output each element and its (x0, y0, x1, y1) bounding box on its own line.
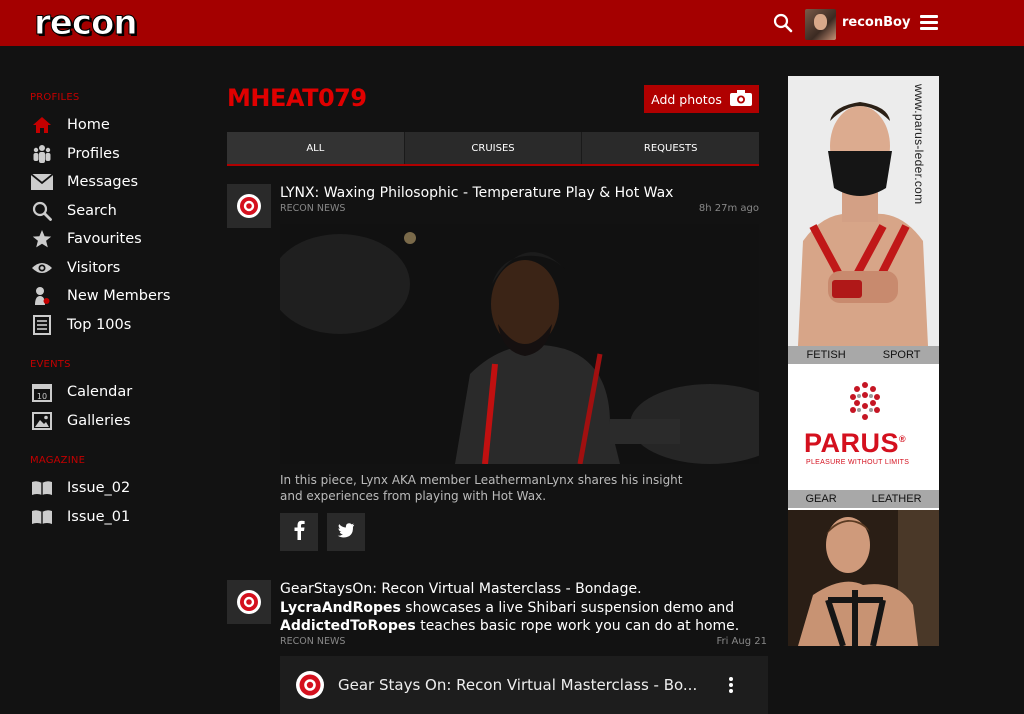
sidebar-item-issue-02[interactable]: Issue_02 (30, 474, 210, 503)
sidebar-section-profiles: PROFILES Home Profiles Messages Search F… (30, 92, 210, 339)
sidebar-item-galleries[interactable]: Galleries (30, 407, 210, 436)
sidebar-item-label: Visitors (67, 259, 121, 276)
ad-tag-bar: FETISH SPORT (788, 346, 939, 364)
post-time: 8h 27m ago (698, 203, 759, 214)
svg-text:10: 10 (37, 392, 47, 401)
twitter-share-button[interactable] (327, 513, 365, 551)
sidebar-item-favourites[interactable]: Favourites (30, 225, 210, 254)
facebook-icon (293, 520, 305, 544)
book-icon (30, 506, 54, 528)
ad-model-photo (788, 510, 939, 646)
calendar-icon: 10 (30, 381, 54, 403)
search-icon[interactable] (773, 13, 793, 33)
post-title-part: showcases a live Shibari suspension demo… (405, 599, 735, 616)
post-title[interactable]: LYNX: Waxing Philosophic - Temperature P… (280, 184, 760, 203)
post-title-part: teaches basic rope work you can do at ho… (420, 618, 740, 634)
sidebar-item-home[interactable]: Home (30, 111, 210, 140)
sidebar-item-calendar[interactable]: 10 Calendar (30, 378, 210, 407)
ad-brand-name: PARUS® (804, 428, 906, 459)
add-photos-label: Add photos (651, 91, 722, 107)
star-icon (30, 228, 54, 250)
ad-tag: LEATHER (871, 493, 922, 505)
hamburger-menu-icon[interactable] (920, 15, 938, 31)
twitter-icon (337, 522, 355, 542)
camera-icon (729, 89, 752, 109)
sidebar-item-issue-01[interactable]: Issue_01 (30, 503, 210, 532)
post-title[interactable]: GearStaysOn: Recon Virtual Masterclass -… (280, 580, 745, 636)
post-title-member-link[interactable]: LycraAndRopes (280, 600, 401, 616)
sidebar-item-label: Search (67, 202, 117, 219)
ad-url: www.parus-leder.com (912, 84, 926, 205)
parus-logo-icon (850, 382, 880, 420)
ad-tagline: PLEASURE WITHOUT LIMITS (806, 459, 910, 466)
sidebar-item-new-members[interactable]: New Members (30, 282, 210, 311)
sidebar-item-label: Profiles (67, 145, 120, 162)
sidebar-item-top-100s[interactable]: Top 100s (30, 311, 210, 340)
post-time: Fri Aug 21 (716, 636, 767, 647)
sidebar-section-magazine: MAGAZINE Issue_02 Issue_01 (30, 455, 210, 531)
envelope-icon (30, 171, 54, 193)
page-title: MHEAT079 (227, 84, 367, 112)
sidebar-item-label: New Members (67, 288, 171, 305)
eye-icon (30, 257, 54, 279)
sidebar-item-label: Top 100s (67, 316, 132, 333)
sidebar-section-events: EVENTS 10 Calendar Galleries (30, 359, 210, 435)
sidebar-item-search[interactable]: Search (30, 197, 210, 226)
tab-all[interactable]: ALL (227, 132, 405, 164)
sidebar-item-label: Home (67, 117, 110, 134)
ad-tag: GEAR (805, 493, 837, 505)
section-label-events: EVENTS (30, 359, 71, 370)
sidebar-item-label: Calendar (67, 384, 133, 401)
more-options-icon[interactable] (728, 676, 736, 696)
recon-news-badge-icon (227, 184, 271, 228)
home-icon (30, 114, 54, 136)
new-member-icon (30, 285, 54, 307)
sidebar-item-label: Galleries (67, 412, 131, 429)
feed-tabs: ALL CRUISES REQUESTS (227, 132, 760, 166)
tab-cruises[interactable]: CRUISES (404, 132, 583, 164)
image-icon (30, 410, 54, 432)
logo-text: recon (34, 3, 139, 43)
top-bar: recon reconBoy (0, 0, 1024, 46)
post-title-part: GearStaysOn: Recon Virtual Masterclass -… (280, 581, 642, 597)
recon-news-badge-icon (227, 580, 271, 624)
section-label-magazine: MAGAZINE (30, 455, 86, 466)
ad-tag: FETISH (806, 349, 846, 361)
recon-logo[interactable]: recon (34, 6, 150, 41)
ad-tag-bar: GEAR LEATHER (788, 490, 939, 508)
add-photos-button[interactable]: Add photos (644, 85, 759, 113)
video-title: Gear Stays On: Recon Virtual Masterclass… (338, 676, 698, 694)
list-icon (30, 314, 54, 336)
sidebar-item-visitors[interactable]: Visitors (30, 254, 210, 283)
sidebar-item-profiles[interactable]: Profiles (30, 140, 210, 169)
ad-brand-text: PARUS (804, 428, 900, 458)
sidebar-item-messages[interactable]: Messages (30, 168, 210, 197)
channel-logo-icon (295, 670, 325, 700)
ad-tag: SPORT (882, 349, 921, 361)
post-image[interactable] (280, 224, 759, 464)
registered-mark: ® (899, 434, 907, 444)
post-title-member-link[interactable]: AddictedToRopes (280, 618, 416, 634)
advertisement-banner[interactable]: www.parus-leder.com FETISH SPORT PARUS® … (788, 76, 939, 646)
sidebar-item-label: Messages (67, 174, 139, 191)
search-icon (30, 200, 54, 222)
post-source: RECON NEWS (280, 636, 346, 647)
sidebar: PROFILES Home Profiles Messages Search F… (30, 92, 210, 551)
facebook-share-button[interactable] (280, 513, 318, 551)
ad-brand-panel: PARUS® PLEASURE WITHOUT LIMITS (788, 364, 939, 488)
post-description: In this piece, Lynx AKA member Leatherma… (280, 473, 683, 503)
section-label-profiles: PROFILES (30, 92, 80, 103)
tab-requests[interactable]: REQUESTS (582, 132, 760, 164)
sidebar-item-label: Favourites (67, 231, 142, 248)
avatar[interactable] (805, 9, 836, 40)
video-embed[interactable]: Gear Stays On: Recon Virtual Masterclass… (280, 656, 768, 714)
sidebar-item-label: Issue_01 (67, 508, 131, 525)
profiles-icon (30, 143, 54, 165)
sidebar-item-label: Issue_02 (67, 480, 131, 497)
book-icon (30, 477, 54, 499)
username[interactable]: reconBoy (842, 15, 910, 30)
post-source: RECON NEWS (280, 203, 346, 214)
